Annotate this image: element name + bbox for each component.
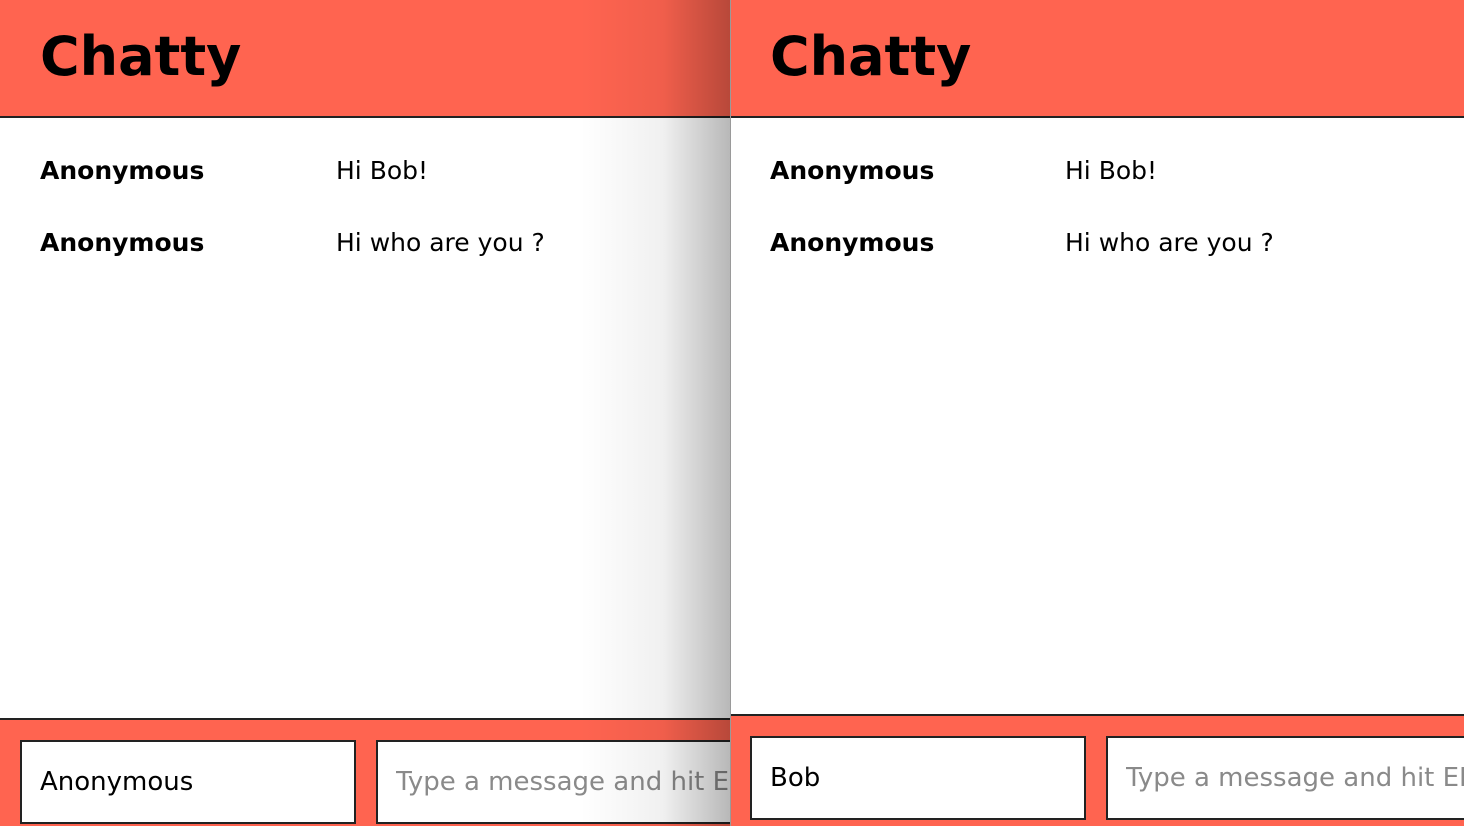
message-input[interactable] [1106, 736, 1464, 820]
navbar: Chatty [731, 0, 1464, 118]
message-row: Anonymous Hi who are you ? [0, 190, 730, 262]
message-content: Hi Bob! [1065, 156, 1158, 185]
chat-window-right: Chatty Anonymous Hi Bob! Anonymous Hi wh… [730, 0, 1464, 826]
username-input[interactable] [750, 736, 1086, 820]
app-title[interactable]: Chatty [40, 22, 241, 92]
chat-window-left: Chatty Anonymous Hi Bob! Anonymous Hi wh… [0, 0, 730, 826]
message-row: Anonymous Hi Bob! [0, 118, 730, 190]
message-row: Anonymous Hi Bob! [731, 118, 1464, 190]
message-input[interactable] [376, 740, 730, 824]
message-list: Anonymous Hi Bob! Anonymous Hi who are y… [0, 118, 730, 262]
message-row: Anonymous Hi who are you ? [731, 190, 1464, 262]
message-content: Hi Bob! [336, 156, 429, 185]
message-username: Anonymous [770, 156, 935, 185]
chatbar [731, 714, 1464, 826]
message-content: Hi who are you ? [1065, 228, 1274, 257]
message-username: Anonymous [770, 228, 935, 257]
username-input[interactable] [20, 740, 356, 824]
message-username: Anonymous [40, 156, 205, 185]
message-username: Anonymous [40, 228, 205, 257]
message-list: Anonymous Hi Bob! Anonymous Hi who are y… [731, 118, 1464, 262]
app-title[interactable]: Chatty [770, 22, 971, 92]
screen: Chatty Anonymous Hi Bob! Anonymous Hi wh… [0, 0, 1464, 826]
chatbar [0, 718, 730, 826]
message-content: Hi who are you ? [336, 228, 545, 257]
navbar: Chatty [0, 0, 730, 118]
